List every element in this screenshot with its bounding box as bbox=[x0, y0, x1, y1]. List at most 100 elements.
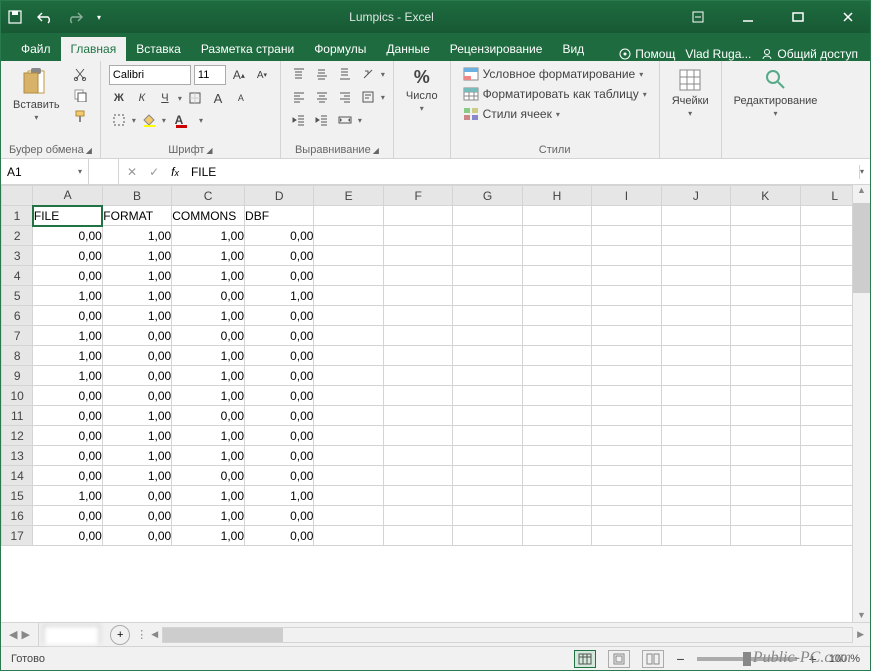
cell[interactable] bbox=[731, 506, 800, 526]
cell[interactable] bbox=[453, 526, 522, 546]
cell[interactable] bbox=[383, 526, 452, 546]
sheet-tab[interactable] bbox=[43, 625, 100, 644]
user-name[interactable]: Vlad Ruga... bbox=[685, 47, 751, 61]
cell[interactable] bbox=[453, 346, 522, 366]
cell[interactable] bbox=[383, 326, 452, 346]
cell[interactable] bbox=[383, 366, 452, 386]
cell[interactable]: 1,00 bbox=[102, 306, 171, 326]
row-header[interactable]: 1 bbox=[2, 206, 33, 226]
cell[interactable]: 1,00 bbox=[102, 406, 171, 426]
cell[interactable] bbox=[453, 326, 522, 346]
format-painter-icon[interactable] bbox=[70, 107, 90, 125]
align-left-icon[interactable] bbox=[289, 88, 309, 106]
row-header[interactable]: 6 bbox=[2, 306, 33, 326]
cell[interactable]: 1,00 bbox=[172, 246, 245, 266]
name-box[interactable]: A1▾ bbox=[1, 159, 89, 184]
font-color-dd[interactable]: ▾ bbox=[199, 116, 203, 125]
fill-color-icon[interactable] bbox=[139, 111, 159, 129]
column-header[interactable]: C bbox=[172, 186, 245, 206]
cell[interactable] bbox=[522, 266, 591, 286]
cell[interactable] bbox=[731, 526, 800, 546]
cell[interactable]: 0,00 bbox=[245, 366, 314, 386]
cell[interactable]: 0,00 bbox=[33, 466, 102, 486]
cell[interactable] bbox=[731, 366, 800, 386]
cell[interactable] bbox=[314, 466, 383, 486]
cells-button[interactable]: Ячейки▾ bbox=[668, 65, 713, 120]
row-header[interactable]: 4 bbox=[2, 266, 33, 286]
page-break-view-icon[interactable] bbox=[642, 650, 664, 668]
cell[interactable] bbox=[731, 306, 800, 326]
cell[interactable] bbox=[383, 226, 452, 246]
cell[interactable] bbox=[453, 286, 522, 306]
conditional-formatting-button[interactable]: Условное форматирование▾ bbox=[459, 65, 648, 83]
cell[interactable]: 0,00 bbox=[245, 326, 314, 346]
sheet-nav-prev-icon[interactable]: ◀ bbox=[9, 628, 17, 641]
underline-button[interactable]: Ч bbox=[155, 89, 175, 107]
cell[interactable]: 0,00 bbox=[245, 506, 314, 526]
cell[interactable] bbox=[453, 406, 522, 426]
cell[interactable] bbox=[453, 226, 522, 246]
cell[interactable]: 1,00 bbox=[245, 486, 314, 506]
cell[interactable] bbox=[592, 346, 661, 366]
cell[interactable]: 0,00 bbox=[33, 426, 102, 446]
cell[interactable] bbox=[453, 446, 522, 466]
cell[interactable]: 0,00 bbox=[102, 346, 171, 366]
cell[interactable]: 1,00 bbox=[172, 426, 245, 446]
cell[interactable] bbox=[314, 206, 383, 226]
cell[interactable]: 0,00 bbox=[33, 246, 102, 266]
orient-dd[interactable]: ▾ bbox=[381, 70, 385, 79]
cell[interactable]: 1,00 bbox=[172, 446, 245, 466]
minimize-icon[interactable] bbox=[732, 3, 764, 31]
cell[interactable] bbox=[314, 286, 383, 306]
increase-indent-icon[interactable] bbox=[312, 111, 332, 129]
cell[interactable] bbox=[661, 206, 730, 226]
cell[interactable] bbox=[453, 386, 522, 406]
cell[interactable] bbox=[383, 486, 452, 506]
decrease-indent-icon[interactable] bbox=[289, 111, 309, 129]
cell[interactable]: FILE bbox=[33, 206, 102, 226]
cell[interactable]: 0,00 bbox=[33, 266, 102, 286]
cell[interactable]: 1,00 bbox=[33, 366, 102, 386]
cell[interactable]: 0,00 bbox=[245, 306, 314, 326]
cell[interactable] bbox=[661, 526, 730, 546]
ribbon-options-icon[interactable] bbox=[682, 3, 714, 31]
cell[interactable] bbox=[453, 266, 522, 286]
wrap-dd[interactable]: ▾ bbox=[381, 93, 385, 102]
cell[interactable]: 1,00 bbox=[33, 326, 102, 346]
undo-icon[interactable] bbox=[37, 9, 53, 25]
cell[interactable] bbox=[383, 346, 452, 366]
cell[interactable] bbox=[661, 506, 730, 526]
font-shrink-icon[interactable]: A bbox=[231, 89, 251, 107]
cell[interactable] bbox=[592, 366, 661, 386]
tab-insert[interactable]: Вставка bbox=[126, 37, 191, 61]
cell[interactable] bbox=[314, 306, 383, 326]
border-dd[interactable]: ▾ bbox=[132, 116, 136, 125]
cell[interactable] bbox=[731, 406, 800, 426]
cell[interactable] bbox=[592, 326, 661, 346]
cell[interactable] bbox=[661, 306, 730, 326]
editing-button[interactable]: Редактирование▾ bbox=[730, 65, 822, 120]
cell[interactable] bbox=[383, 206, 452, 226]
cell[interactable] bbox=[731, 326, 800, 346]
row-header[interactable]: 7 bbox=[2, 326, 33, 346]
align-top-icon[interactable] bbox=[289, 65, 309, 83]
cell[interactable]: 0,00 bbox=[33, 446, 102, 466]
cell[interactable] bbox=[522, 286, 591, 306]
cell[interactable] bbox=[314, 326, 383, 346]
page-layout-view-icon[interactable] bbox=[608, 650, 630, 668]
cell[interactable]: 0,00 bbox=[102, 486, 171, 506]
cell[interactable]: 0,00 bbox=[172, 406, 245, 426]
row-header[interactable]: 13 bbox=[2, 446, 33, 466]
cell[interactable]: 1,00 bbox=[172, 306, 245, 326]
tab-data[interactable]: Данные bbox=[376, 37, 439, 61]
cell[interactable] bbox=[661, 266, 730, 286]
format-as-table-button[interactable]: Форматировать как таблицу▾ bbox=[459, 85, 651, 103]
cell[interactable] bbox=[661, 446, 730, 466]
border-icon[interactable] bbox=[185, 89, 205, 107]
cell[interactable] bbox=[592, 526, 661, 546]
cell[interactable] bbox=[592, 226, 661, 246]
cell[interactable] bbox=[383, 506, 452, 526]
underline-dd[interactable]: ▾ bbox=[178, 94, 182, 103]
align-launcher-icon[interactable]: ◢ bbox=[373, 146, 379, 155]
cell[interactable]: 1,00 bbox=[102, 446, 171, 466]
